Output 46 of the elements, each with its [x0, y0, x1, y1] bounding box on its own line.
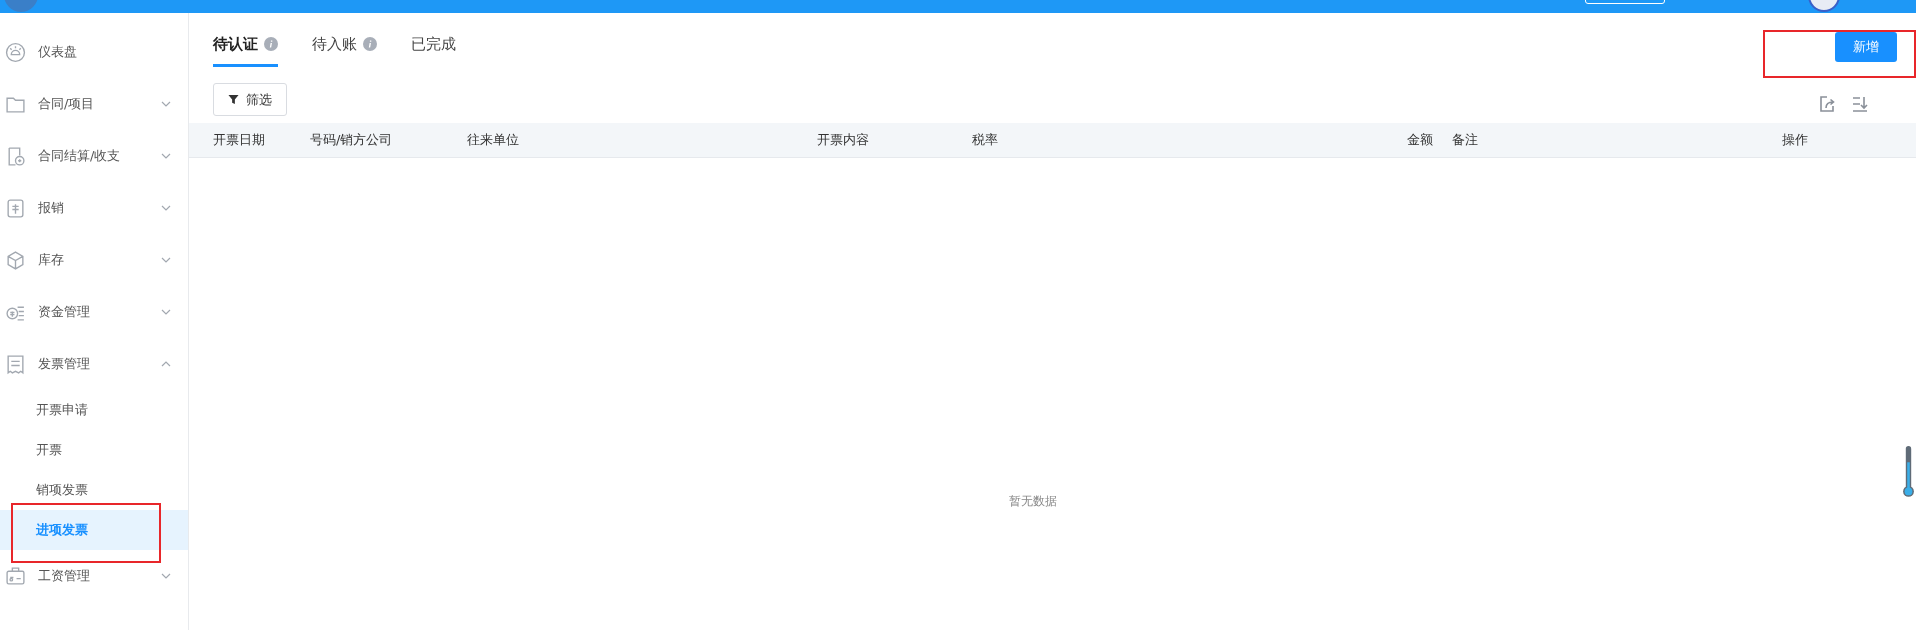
- invoice-icon: [5, 353, 26, 375]
- column-header: 号码/销方公司: [310, 131, 394, 149]
- column-header: 操作: [1782, 131, 1809, 149]
- box-icon: [5, 249, 26, 271]
- column-header: 备注: [1452, 131, 1479, 149]
- menu-label: 合同结算/收支: [38, 147, 122, 165]
- menu-item[interactable]: 库存: [0, 234, 188, 286]
- submenu-item[interactable]: 销项发票: [0, 470, 188, 510]
- filter-icon: [228, 94, 239, 105]
- empty-message: 暂无数据: [1008, 494, 1057, 508]
- menu-item[interactable]: 工资管理: [0, 550, 188, 602]
- menu-item[interactable]: 仪表盘: [0, 26, 188, 78]
- menu-label: 工资管理: [38, 567, 91, 585]
- tab[interactable]: 已完成: [411, 32, 456, 67]
- menu-item[interactable]: 资金管理: [0, 286, 188, 338]
- column-header: 税率: [972, 131, 999, 149]
- menu-label: 发票管理: [38, 355, 91, 373]
- reimburse-icon: [5, 197, 26, 219]
- column-header: 金额: [1406, 131, 1433, 149]
- column-header: 往来单位: [467, 131, 520, 149]
- info-icon: [363, 37, 377, 51]
- sort-icon[interactable]: [1851, 95, 1869, 113]
- submenu-item[interactable]: 开票申请: [0, 390, 188, 430]
- info-icon: [264, 37, 278, 51]
- menu-item[interactable]: 合同结算/收支: [0, 130, 188, 182]
- menu-label: 库存: [38, 251, 65, 269]
- menu-label: 资金管理: [38, 303, 91, 321]
- tab-label: 已完成: [411, 34, 456, 54]
- tab[interactable]: 待认证: [213, 32, 278, 67]
- menu-label: 仪表盘: [38, 43, 78, 61]
- filter-button[interactable]: 筛选: [213, 83, 287, 116]
- dashboard-icon: [5, 41, 26, 63]
- menu-label: 合同/项目: [38, 95, 96, 113]
- tab-label: 待认证: [213, 34, 258, 54]
- submenu-item[interactable]: 开票: [0, 430, 188, 470]
- tab-label: 待入账: [312, 34, 357, 54]
- export-icon[interactable]: [1818, 95, 1836, 113]
- menu-item[interactable]: 发票管理: [0, 338, 188, 390]
- salary-icon: [5, 565, 26, 587]
- tab[interactable]: 待入账: [312, 32, 377, 67]
- menu-label: 报销: [38, 199, 65, 217]
- column-header: 开票内容: [817, 131, 870, 149]
- menu-item[interactable]: 报销: [0, 182, 188, 234]
- menu-item[interactable]: 合同/项目: [0, 78, 188, 130]
- scroll-handle-icon[interactable]: [1902, 445, 1915, 499]
- column-header: 开票日期: [213, 131, 266, 149]
